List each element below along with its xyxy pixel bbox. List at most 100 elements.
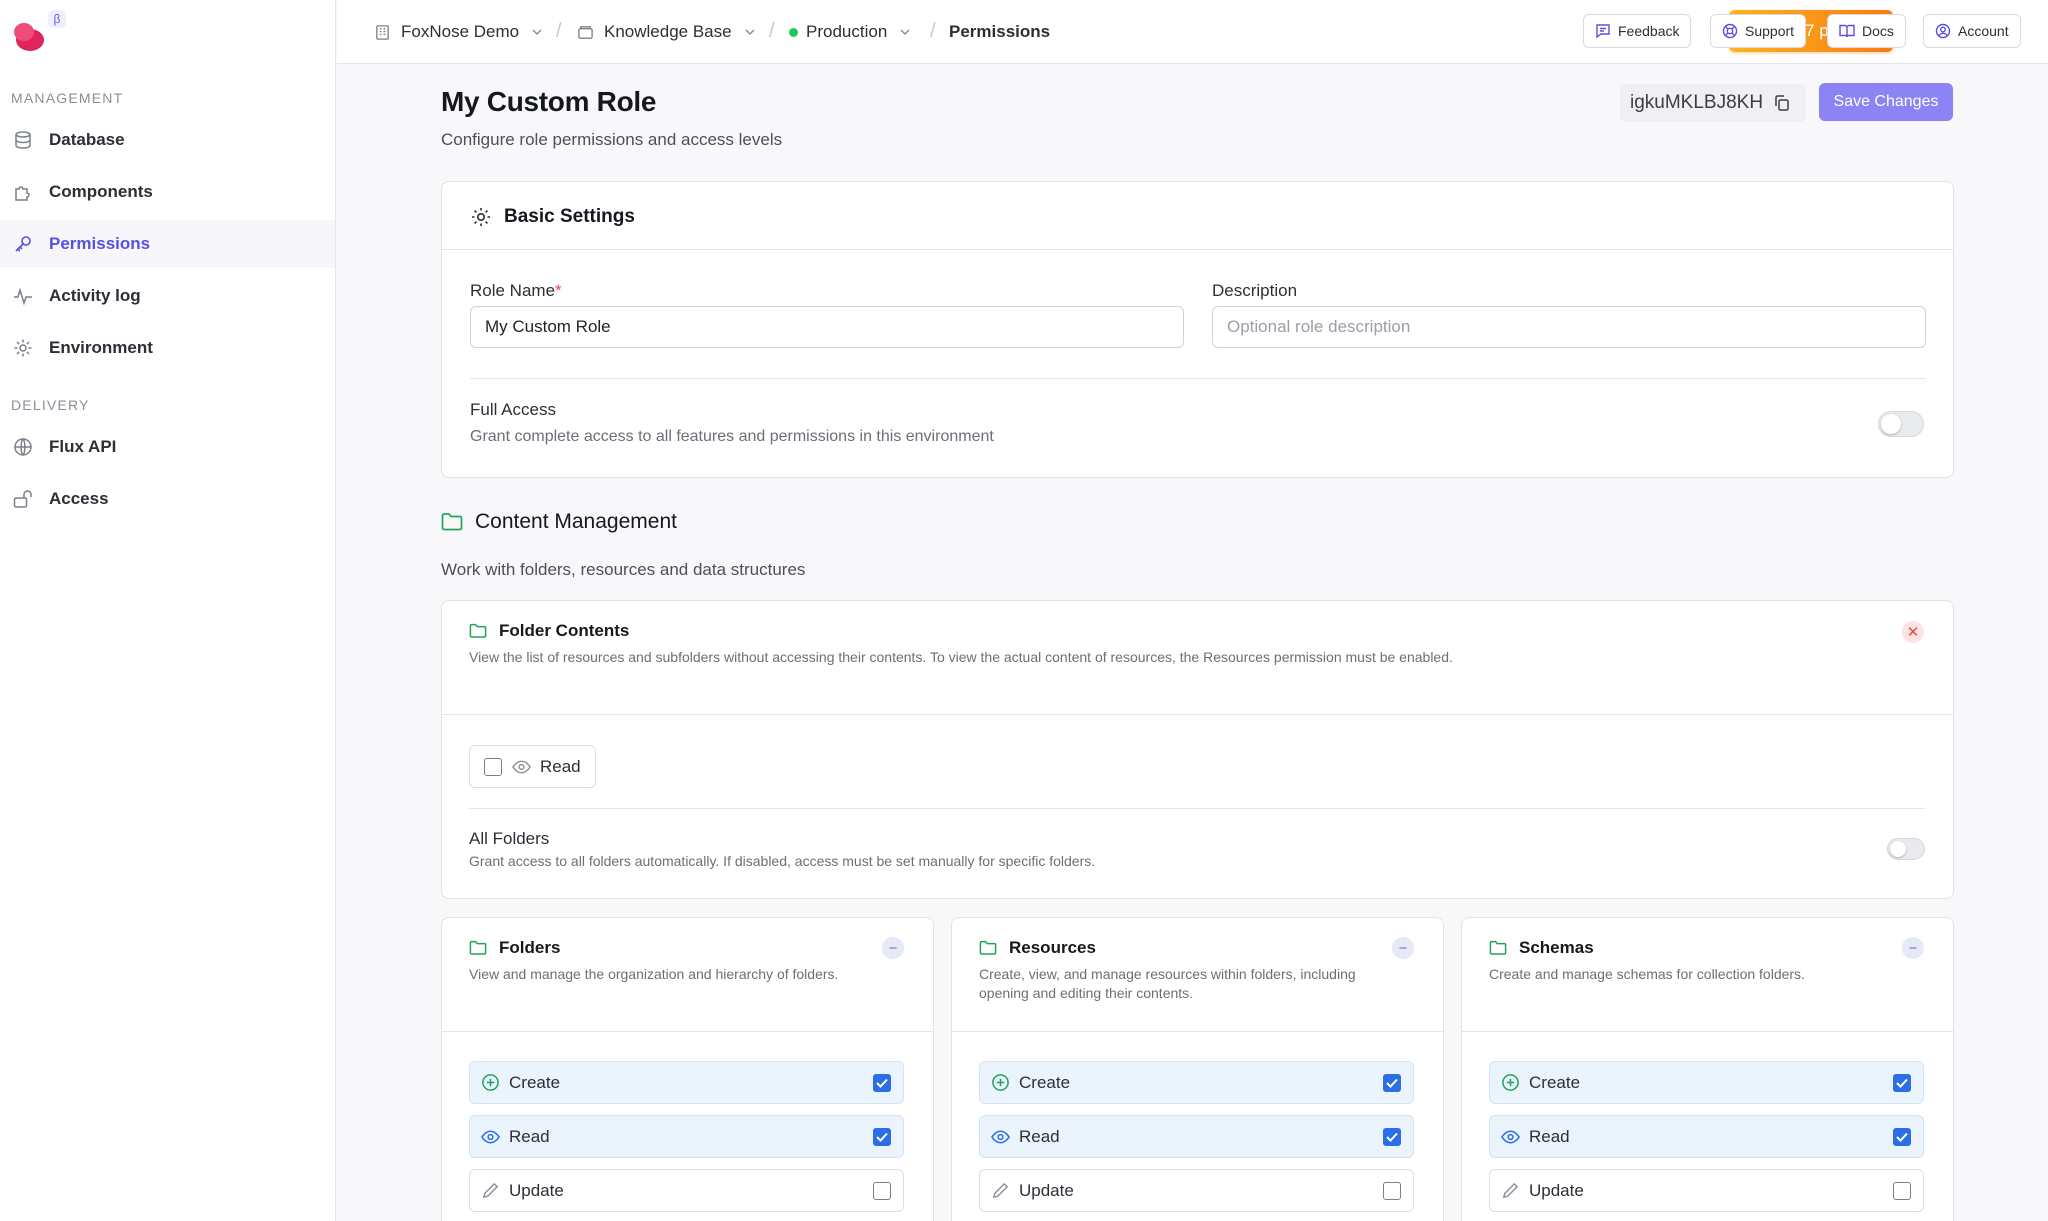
- feedback-label: Feedback: [1618, 23, 1680, 39]
- pencil-icon: [1502, 1182, 1519, 1199]
- folders-description: View and manage the organization and hie…: [469, 966, 839, 982]
- sidebar-item-permissions[interactable]: Permissions: [0, 220, 335, 268]
- box-icon: [577, 24, 594, 41]
- sidebar-item-components[interactable]: Components: [0, 168, 335, 216]
- sidebar-item-label: Components: [49, 182, 153, 201]
- full-access-toggle[interactable]: [1878, 411, 1924, 437]
- close-icon[interactable]: ✕: [1902, 621, 1924, 643]
- create-checkbox[interactable]: [1383, 1074, 1401, 1092]
- breadcrumb-label: FoxNose Demo: [401, 22, 520, 41]
- create-checkbox[interactable]: [1893, 1074, 1911, 1092]
- role-name-input[interactable]: My Custom Role: [470, 306, 1184, 348]
- page-subtitle: Configure role permissions and access le…: [441, 130, 783, 149]
- update-checkbox[interactable]: [873, 1182, 891, 1200]
- breadcrumb-current: Permissions: [949, 0, 1050, 64]
- collapse-icon[interactable]: −: [1902, 937, 1924, 959]
- breadcrumb-project[interactable]: FoxNose Demo: [374, 0, 543, 64]
- read-checkbox[interactable]: [873, 1128, 891, 1146]
- permission-label: Update: [509, 1180, 564, 1200]
- breadcrumb-separator: /: [556, 20, 562, 42]
- save-changes-button[interactable]: Save Changes: [1819, 83, 1953, 121]
- resources-update-option[interactable]: Update: [979, 1169, 1414, 1212]
- top-bar: FoxNose Demo / Knowledge Base / Producti…: [337, 0, 2048, 64]
- resources-read-option[interactable]: Read: [979, 1115, 1414, 1158]
- breadcrumb-knowledge-base[interactable]: Knowledge Base: [577, 0, 756, 64]
- beta-badge: β: [48, 10, 66, 28]
- permission-label: Create: [509, 1072, 561, 1092]
- card-title: Folder Contents: [499, 621, 630, 640]
- support-label: Support: [1745, 23, 1795, 39]
- folder-icon: [469, 940, 487, 955]
- collapse-icon[interactable]: −: [1392, 937, 1414, 959]
- support-button[interactable]: Support: [1710, 14, 1807, 48]
- eye-icon: [481, 1130, 500, 1143]
- card-title: Basic Settings: [504, 206, 635, 227]
- all-folders-toggle[interactable]: [1887, 838, 1925, 860]
- permission-label: Read: [1019, 1126, 1060, 1146]
- folder-contents-read-option[interactable]: Read: [469, 745, 596, 788]
- globe-icon: [12, 436, 34, 458]
- read-checkbox[interactable]: [1383, 1128, 1401, 1146]
- plus-circle-icon: [482, 1074, 499, 1091]
- content-management-subtitle: Work with folders, resources and data st…: [441, 560, 806, 579]
- copy-icon[interactable]: [1773, 94, 1791, 112]
- read-checkbox[interactable]: [484, 757, 502, 776]
- folder-icon: [469, 623, 487, 638]
- docs-button[interactable]: Docs: [1827, 14, 1906, 48]
- sidebar-item-activity-log[interactable]: Activity log: [0, 272, 335, 320]
- card-title: Folders: [499, 938, 561, 957]
- update-checkbox[interactable]: [1383, 1182, 1401, 1200]
- read-checkbox[interactable]: [1893, 1128, 1911, 1146]
- key-icon: [12, 233, 34, 255]
- read-label: Read: [540, 756, 581, 776]
- update-checkbox[interactable]: [1893, 1182, 1911, 1200]
- role-name-label-text: Role Name: [470, 281, 556, 300]
- schemas-read-option[interactable]: Read: [1489, 1115, 1924, 1158]
- schemas-update-option[interactable]: Update: [1489, 1169, 1924, 1212]
- folders-read-option[interactable]: Read: [469, 1115, 904, 1158]
- section-label-management: MANAGEMENT: [11, 90, 124, 106]
- folder-icon: [979, 940, 997, 955]
- role-name-label: Role Name*: [470, 281, 562, 301]
- role-id-text: igkuMKLBJ8KH: [1630, 92, 1764, 113]
- folder-contents-card: Folder Contents View the list of resourc…: [441, 600, 1954, 899]
- toggle-knob: [1881, 414, 1901, 434]
- description-input[interactable]: Optional role description: [1212, 306, 1926, 348]
- breadcrumb-separator: /: [930, 20, 936, 42]
- building-icon: [374, 24, 391, 41]
- breadcrumb-environment[interactable]: Production: [789, 0, 911, 64]
- breadcrumb-label: Knowledge Base: [604, 22, 732, 41]
- required-mark: *: [555, 281, 562, 300]
- sidebar-item-access[interactable]: Access: [0, 475, 335, 523]
- permission-label: Read: [509, 1126, 550, 1146]
- folder-icon: [441, 513, 463, 531]
- card-title: Schemas: [1519, 938, 1594, 957]
- chevron-down-icon: [531, 26, 543, 38]
- full-access-description: Grant complete access to all features an…: [470, 428, 994, 445]
- book-icon: [1839, 24, 1855, 38]
- create-checkbox[interactable]: [873, 1074, 891, 1092]
- resources-create-option[interactable]: Create: [979, 1061, 1414, 1104]
- activity-icon: [12, 285, 34, 307]
- account-button[interactable]: Account: [1923, 14, 2021, 48]
- eye-icon: [991, 1130, 1010, 1143]
- collapse-icon[interactable]: −: [882, 937, 904, 959]
- page-title: My Custom Role: [441, 86, 657, 117]
- sidebar-item-environment[interactable]: Environment: [0, 324, 335, 372]
- folder-contents-description: View the list of resources and subfolder…: [469, 649, 1453, 665]
- divider: [442, 1031, 933, 1032]
- schemas-title: Schemas: [1489, 938, 1594, 958]
- schemas-create-option[interactable]: Create: [1489, 1061, 1924, 1104]
- permission-label: Update: [1529, 1180, 1584, 1200]
- sidebar-item-flux-api[interactable]: Flux API: [0, 423, 335, 471]
- all-folders-description: Grant access to all folders automaticall…: [469, 853, 1096, 869]
- folder-contents-title: Folder Contents: [469, 621, 629, 641]
- sidebar-item-database[interactable]: Database: [0, 116, 335, 164]
- divider: [1462, 1031, 1953, 1032]
- folder-icon: [1489, 940, 1507, 955]
- chevron-down-icon: [744, 26, 756, 38]
- folders-create-option[interactable]: Create: [469, 1061, 904, 1104]
- feedback-button[interactable]: Feedback: [1583, 14, 1692, 48]
- folders-update-option[interactable]: Update: [469, 1169, 904, 1212]
- schemas-description: Create and manage schemas for collection…: [1489, 966, 1805, 982]
